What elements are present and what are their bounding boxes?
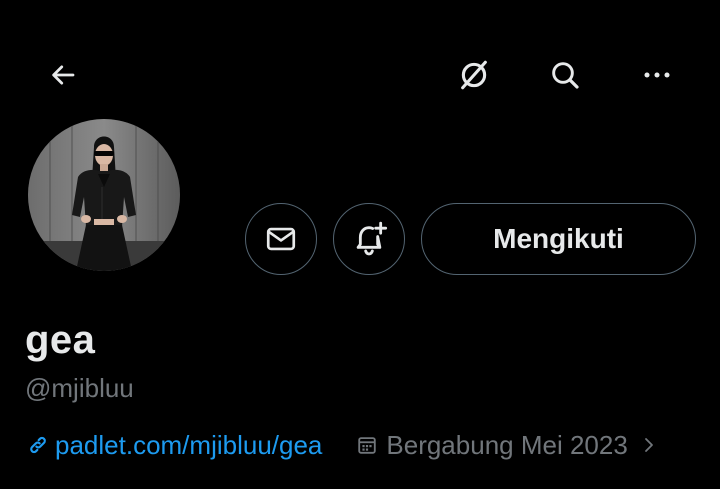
- arrow-left-icon: [52, 65, 75, 85]
- bell-plus-icon: [356, 221, 388, 256]
- grok-icon: [461, 60, 487, 90]
- user-handle: @mjibluu: [25, 373, 134, 403]
- more-button[interactable]: [633, 51, 681, 99]
- chevron-right-icon: [644, 438, 653, 452]
- website-link-text: padlet.com/mjibluu/gea: [55, 429, 323, 460]
- search-button[interactable]: [541, 51, 589, 99]
- avatar-photo: [28, 119, 180, 271]
- display-name: gea: [25, 318, 96, 362]
- message-button[interactable]: [245, 203, 317, 275]
- back-button[interactable]: [39, 51, 87, 99]
- notification-button[interactable]: [333, 203, 405, 275]
- search-icon: [552, 62, 579, 89]
- envelope-icon: [266, 227, 296, 251]
- more-horizontal-icon: [644, 72, 670, 78]
- link-icon: [30, 436, 46, 454]
- calendar-icon: [358, 437, 377, 454]
- profile-meta: padlet.com/mjibluu/gea Bergabung Mei 202…: [25, 427, 658, 463]
- profile-avatar[interactable]: [24, 115, 184, 275]
- joined-date[interactable]: Bergabung Mei 2023: [356, 430, 657, 461]
- following-button[interactable]: Mengikuti: [421, 203, 696, 275]
- joined-date-text: Bergabung Mei 2023: [386, 429, 628, 460]
- grok-button[interactable]: [450, 51, 498, 99]
- website-link[interactable]: padlet.com/mjibluu/gea: [25, 430, 322, 461]
- following-button-label: Mengikuti: [493, 223, 624, 254]
